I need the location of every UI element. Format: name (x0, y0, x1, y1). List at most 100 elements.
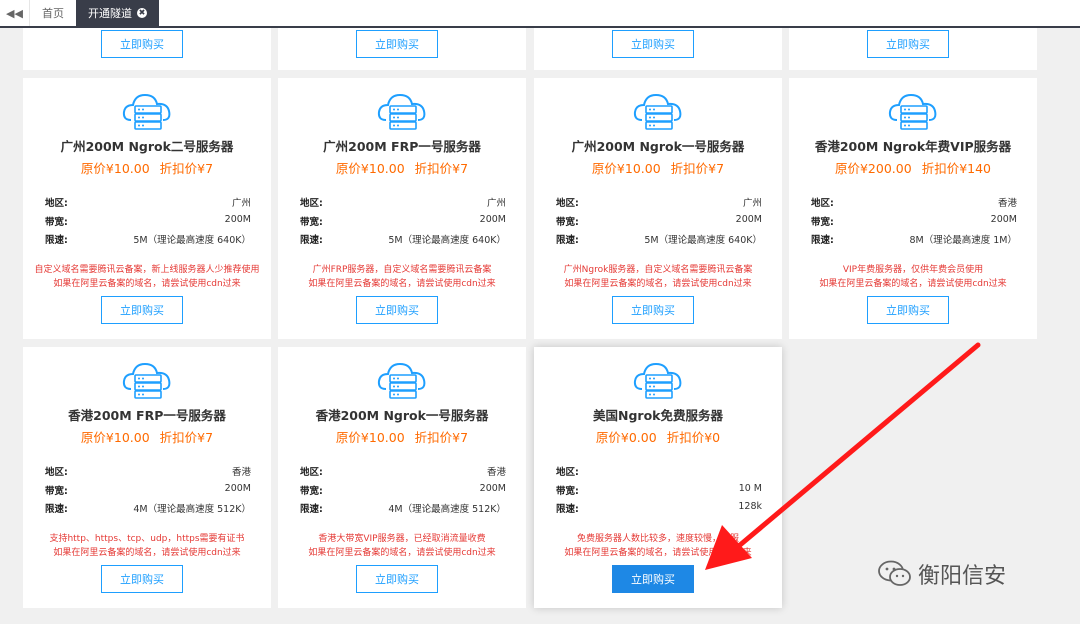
spec-value: 200M (224, 214, 251, 225)
server-notes: 广州Ngrok服务器，自定义域名需要腾讯云备案 如果在阿里云备案的域名，请尝试使用… (534, 263, 782, 291)
spec-label: 地区: (300, 198, 323, 209)
cloud-server-icon (376, 359, 428, 399)
product-card: 广州200M FRP一号服务器 原价¥10.00 折扣价¥7 地区: 广州 带宽: 200M… (278, 78, 526, 339)
spec-value: 200M (990, 214, 1017, 225)
note-line: 广州FRP服务器，自定义域名需要腾讯云备案 (312, 265, 492, 275)
spec-value: 4M（理论最高速度 512K） (133, 504, 251, 515)
note-line: 如果在阿里云备案的域名，请尝试使用cdn过来 (564, 548, 752, 558)
buy-button[interactable]: 立即购买 (867, 30, 949, 58)
server-notes: VIP年费服务器，仅供年费会员使用如果在阿里云备案的域名，请尝试使用cdn过来 (789, 263, 1037, 291)
server-notes: 支持http、https、tcp、udp，https需要有证书 如果在阿里云备案的… (23, 532, 271, 560)
spec-label: 地区: (811, 198, 834, 209)
cloud-server-icon (376, 90, 428, 130)
tab-bar: ◀◀ 首页 开通隧道 ✖ (0, 0, 1080, 28)
spec-value: 香港 (997, 198, 1017, 209)
spec-label: 限速: (45, 504, 68, 515)
product-card: 广州200M Ngrok一号服务器原价¥10.00 折扣价¥7 地区: 广州带宽: 20… (534, 78, 782, 339)
spec-value: 广州 (742, 198, 762, 209)
spec-label: 带宽: (45, 217, 68, 228)
spec-speed: 限速: 4M（理论最高速度 512K） (45, 501, 251, 515)
product-card: 香港200M Ngrok年费VIP服务器原价¥200.00 折扣价¥140 地区: 香… (789, 78, 1037, 339)
spec-value: 200M (224, 483, 251, 494)
spec-value: 10 M (738, 483, 762, 494)
spec-value: 5M（理论最高速度 640K） (644, 235, 762, 246)
note-line: VIP年费服务器，仅供年费会员使用 (842, 265, 984, 275)
back-icon[interactable]: ◀◀ (0, 0, 30, 26)
original-price: 原价¥10.00 (80, 430, 150, 445)
buy-button[interactable]: 立即购买 (101, 565, 183, 593)
spec-speed: 限速: 128k (556, 501, 762, 515)
discount-price: 折扣价¥7 (670, 161, 725, 176)
spec-label: 地区: (300, 467, 323, 478)
original-price: 原价¥10.00 (591, 161, 661, 176)
note-line: 如果在阿里云备案的域名，请尝试使用cdn过来 (53, 548, 241, 558)
server-title: 香港200M Ngrok年费VIP服务器 (814, 139, 1012, 154)
discount-price: 折扣价¥0 (666, 430, 721, 445)
cloud-server-icon (632, 90, 684, 130)
watermark: 衡阳信安 (878, 558, 1006, 590)
server-notes: 自定义域名需要腾讯云备案，新上线服务器人少推荐使用 如果在阿里云备案的域名，请尝试… (23, 263, 271, 291)
original-price: 原价¥10.00 (80, 161, 150, 176)
spec-speed: 限速: 5M（理论最高速度 640K） (556, 232, 762, 246)
spec-value: 5M（理论最高速度 640K） (388, 235, 506, 246)
buy-button[interactable]: 立即购买 (612, 30, 694, 58)
spec-label: 限速: (556, 504, 579, 515)
note-line: 支持http、https、tcp、udp，https需要有证书 (49, 534, 245, 544)
spec-bandwidth: 带宽: 200M (300, 214, 506, 228)
spec-label: 限速: (811, 235, 834, 246)
server-title: 广州200M FRP一号服务器 (323, 139, 481, 154)
buy-button[interactable]: 立即购买 (356, 296, 438, 324)
server-title: 广州200M Ngrok二号服务器 (60, 139, 234, 154)
spec-bandwidth: 带宽: 200M (556, 214, 762, 228)
spec-value: 200M (735, 214, 762, 225)
discount-price: 折扣价¥7 (159, 161, 214, 176)
tab-home[interactable]: 首页 (30, 0, 76, 26)
price-line: 原价¥10.00 折扣价¥7 (534, 158, 782, 177)
original-price: 原价¥0.00 (595, 430, 657, 445)
spec-speed: 限速: 4M（理论最高速度 512K） (300, 501, 506, 515)
cloud-server-icon (121, 359, 173, 399)
spec-value: 8M（理论最高速度 1M） (909, 235, 1017, 246)
spec-label: 限速: (45, 235, 68, 246)
spec-speed: 限速: 5M（理论最高速度 640K） (45, 232, 251, 246)
original-price: 原价¥10.00 (335, 161, 405, 176)
buy-button[interactable]: 立即购买 (612, 565, 694, 593)
server-title: 香港200M FRP一号服务器 (68, 408, 226, 423)
product-card-partial: 立即购买 (789, 28, 1037, 70)
tab-open-tunnel[interactable]: 开通隧道 ✖ (76, 0, 159, 26)
cloud-server-icon (121, 90, 173, 130)
spec-label: 带宽: (300, 217, 323, 228)
product-card-partial: 立即购买 (534, 28, 782, 70)
spec-label: 带宽: (556, 217, 579, 228)
spec-bandwidth: 带宽: 10 M (556, 483, 762, 497)
product-card-partial: 立即购买 (23, 28, 271, 70)
spec-region: 地区: 广州 (556, 195, 762, 209)
buy-button[interactable]: 立即购买 (101, 296, 183, 324)
spec-label: 限速: (556, 235, 579, 246)
spec-value: 广州 (486, 198, 506, 209)
spec-value: 200M (479, 214, 506, 225)
buy-button[interactable]: 立即购买 (612, 296, 694, 324)
note-line: 广州Ngrok服务器，自定义域名需要腾讯云备案 (563, 265, 753, 275)
spec-bandwidth: 带宽: 200M (45, 214, 251, 228)
original-price: 原价¥200.00 (834, 161, 912, 176)
spec-value: 香港 (486, 467, 506, 478)
note-line: 如果在阿里云备案的域名，请尝试使用cdn过来 (308, 279, 496, 289)
buy-button[interactable]: 立即购买 (356, 565, 438, 593)
spec-region: 地区: 香港 (811, 195, 1017, 209)
price-line: 原价¥200.00 折扣价¥140 (789, 158, 1037, 177)
buy-button[interactable]: 立即购买 (356, 30, 438, 58)
spec-label: 带宽: (45, 486, 68, 497)
spec-region: 地区: 广州 (300, 195, 506, 209)
server-notes: 广州FRP服务器，自定义域名需要腾讯云备案 如果在阿里云备案的域名，请尝试使用cd… (278, 263, 526, 291)
spec-speed: 限速: 5M（理论最高速度 640K） (300, 232, 506, 246)
note-line: 自定义域名需要腾讯云备案，新上线服务器人少推荐使用 (34, 265, 260, 275)
spec-label: 地区: (556, 467, 579, 478)
buy-button[interactable]: 立即购买 (867, 296, 949, 324)
buy-button[interactable]: 立即购买 (101, 30, 183, 58)
close-icon[interactable]: ✖ (137, 8, 147, 18)
note-line: 如果在阿里云备案的域名，请尝试使用cdn过来 (819, 279, 1007, 289)
server-title: 广州200M Ngrok一号服务器 (571, 139, 745, 154)
tab-home-label: 首页 (42, 7, 64, 20)
note-line: 香港大带宽VIP服务器，已经取消流量收费 (318, 534, 486, 544)
